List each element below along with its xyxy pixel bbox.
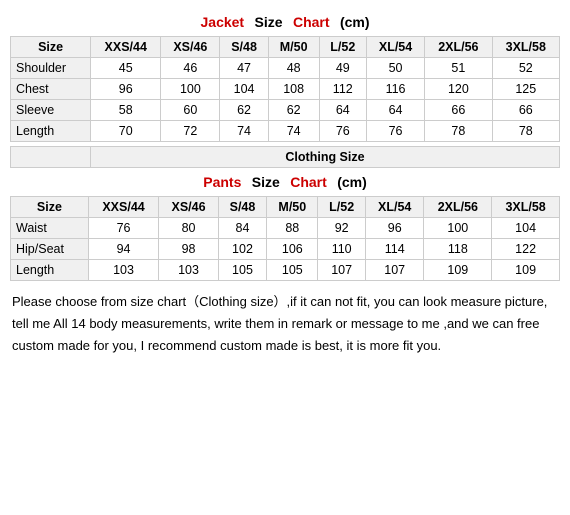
page: Jacket Size Chart (cm) Size XXS/44 XS/46… <box>0 0 570 365</box>
jacket-header-row: Size XXS/44 XS/46 S/48 M/50 L/52 XL/54 2… <box>11 37 560 58</box>
jacket-col-label: Size <box>11 37 91 58</box>
jacket-col-s: S/48 <box>220 37 268 58</box>
jacket-col-m: M/50 <box>268 37 319 58</box>
pants-title-table: Pants Size Chart (cm) <box>10 168 560 192</box>
pants-header-row: Size XXS/44 XS/46 S/48 M/50 L/52 XL/54 2… <box>11 197 560 218</box>
pants-title: Pants Size Chart (cm) <box>10 168 560 192</box>
pants-row-length: Length 103 103 105 105 107 107 109 109 <box>11 260 560 281</box>
pants-table: Size XXS/44 XS/46 S/48 M/50 L/52 XL/54 2… <box>10 196 560 281</box>
jacket-row-chest: Chest 96 100 104 108 112 116 120 125 <box>11 79 560 100</box>
jacket-col-xl: XL/54 <box>366 37 424 58</box>
clothing-size-row: Clothing Size <box>11 147 560 168</box>
clothing-size-table: Clothing Size <box>10 146 560 168</box>
pants-row-waist: Waist 76 80 84 88 92 96 100 104 <box>11 218 560 239</box>
jacket-row-sleeve: Sleeve 58 60 62 62 64 64 66 66 <box>11 100 560 121</box>
jacket-col-3xl: 3XL/58 <box>492 37 559 58</box>
jacket-table: Size XXS/44 XS/46 S/48 M/50 L/52 XL/54 2… <box>10 36 560 142</box>
jacket-row-shoulder: Shoulder 45 46 47 48 49 50 51 52 <box>11 58 560 79</box>
jacket-title: Jacket Size Chart (cm) <box>10 8 560 32</box>
pants-col-label: Size <box>11 197 89 218</box>
jacket-col-l: L/52 <box>319 37 366 58</box>
clothing-size-label: Clothing Size <box>91 147 560 168</box>
jacket-col-2xl: 2XL/56 <box>425 37 492 58</box>
jacket-col-xs: XS/46 <box>161 37 220 58</box>
jacket-row-length: Length 70 72 74 74 76 76 78 78 <box>11 121 560 142</box>
pants-row-hip: Hip/Seat 94 98 102 106 110 114 118 122 <box>11 239 560 260</box>
bottom-text: Please choose from size chart（Clothing s… <box>10 291 560 357</box>
jacket-title-table: Jacket Size Chart (cm) <box>10 8 560 32</box>
jacket-col-xxs: XXS/44 <box>91 37 161 58</box>
